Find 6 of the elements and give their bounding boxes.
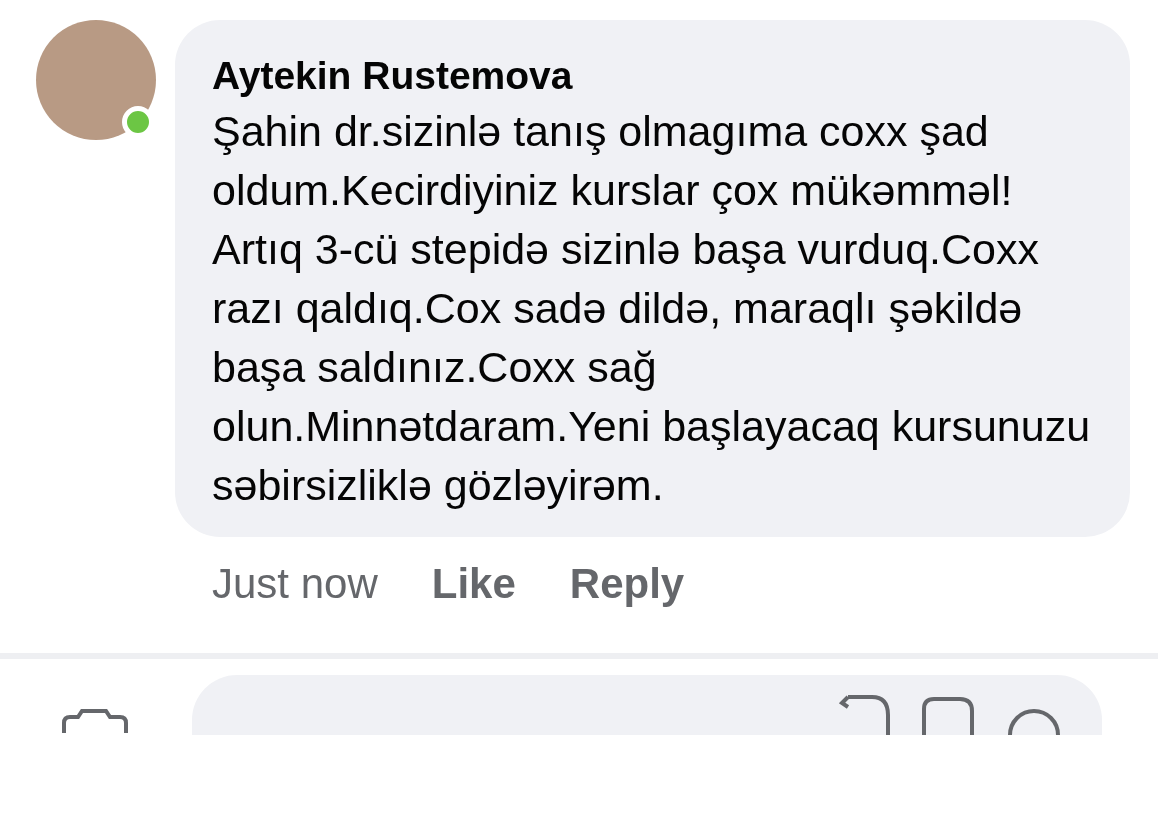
like-link[interactable]: Like [431, 551, 516, 615]
comment-text: Şahin dr.sizinlə tanış olmagıma coxx şad oldum.Kecirdiyiniz kurslar çox mükəmməl! Artıq 3-cü stepidə sizinlə başa vurduq.Coxx razı qaldıq.Cox sadə dildə, maraqlı şəkildə başa saldınız.Coxx sağ olun.Minnətdaram.Yeni başlayacaq kursunuzu səbirsizliklə gözləyirəm. [212, 106, 1092, 511]
reply-link[interactable]: Reply [569, 551, 685, 615]
author-name[interactable]: Aytekin Rustemova [212, 52, 1100, 100]
comment-input-field[interactable] [192, 675, 1102, 735]
timestamp: Just now [212, 558, 378, 609]
